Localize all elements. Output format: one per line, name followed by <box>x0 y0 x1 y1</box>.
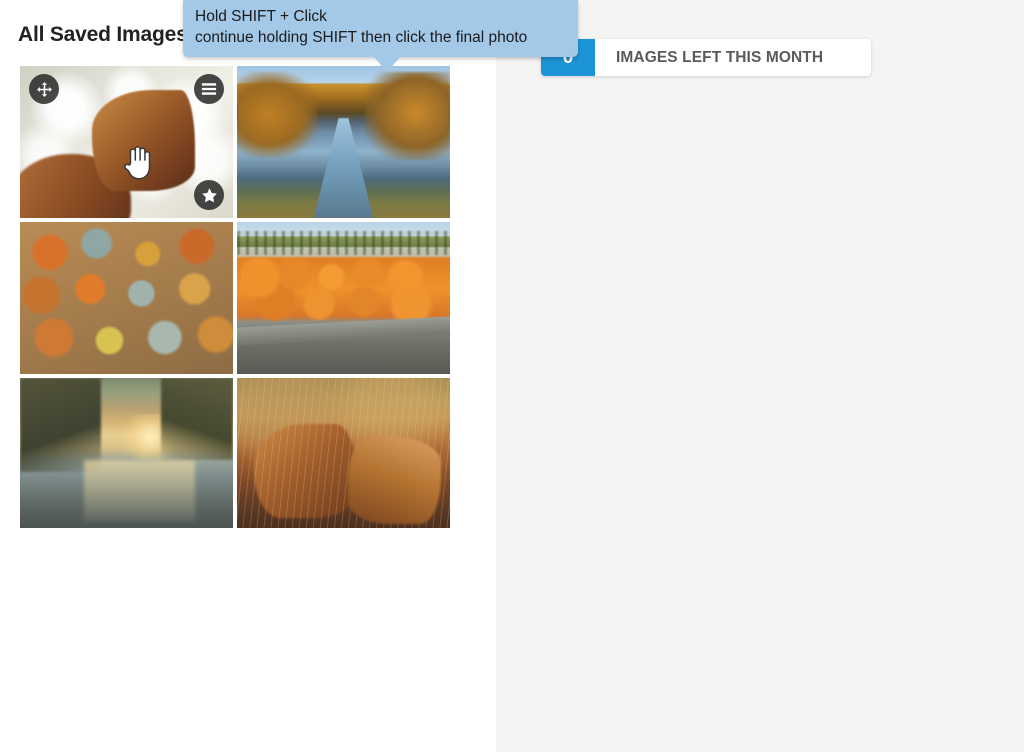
thumbnail-item[interactable] <box>20 378 233 528</box>
thumbnail-item[interactable] <box>237 222 450 374</box>
quota-label: IMAGES LEFT THIS MONTH <box>616 48 824 66</box>
thumbnail-image <box>20 378 233 528</box>
tooltip-line-1: Hold SHIFT + Click <box>195 8 327 25</box>
thumb-canal-water <box>313 117 374 218</box>
thumb-hand-shape <box>20 154 131 218</box>
thumb-sun-glow <box>105 128 157 168</box>
thumbnail-item[interactable] <box>237 66 450 218</box>
page-title: All Saved Images <box>18 23 188 46</box>
move-icon[interactable] <box>29 74 59 104</box>
thumbnail-item[interactable] <box>20 66 233 218</box>
thumbnail-image <box>20 222 233 374</box>
thumbnail-item[interactable] <box>20 222 233 374</box>
thumbnail-item[interactable] <box>237 378 450 528</box>
thumb-grass-stalks <box>237 378 450 528</box>
tooltip-arrow <box>373 56 401 73</box>
saved-images-grid <box>20 66 450 528</box>
thumbnail-image <box>237 378 450 528</box>
tooltip-line-2: continue holding SHIFT then click the fi… <box>195 28 528 46</box>
thumb-sun-glow <box>117 414 182 461</box>
thumb-water-reflection <box>83 460 195 521</box>
thumbnail-image <box>237 66 450 218</box>
quota-badge[interactable]: 0 IMAGES LEFT THIS MONTH <box>541 39 871 76</box>
preview-pane <box>496 0 1024 752</box>
thumbnail-image <box>237 222 450 374</box>
app-root: All Saved Images 0 IMAGES LEFT THIS MONT… <box>0 0 1024 752</box>
star-icon[interactable] <box>194 180 224 210</box>
thumb-pumpkins <box>241 258 446 323</box>
instruction-tooltip: Hold SHIFT + Click continue holding SHIF… <box>183 0 578 73</box>
menu-icon[interactable] <box>194 74 224 104</box>
